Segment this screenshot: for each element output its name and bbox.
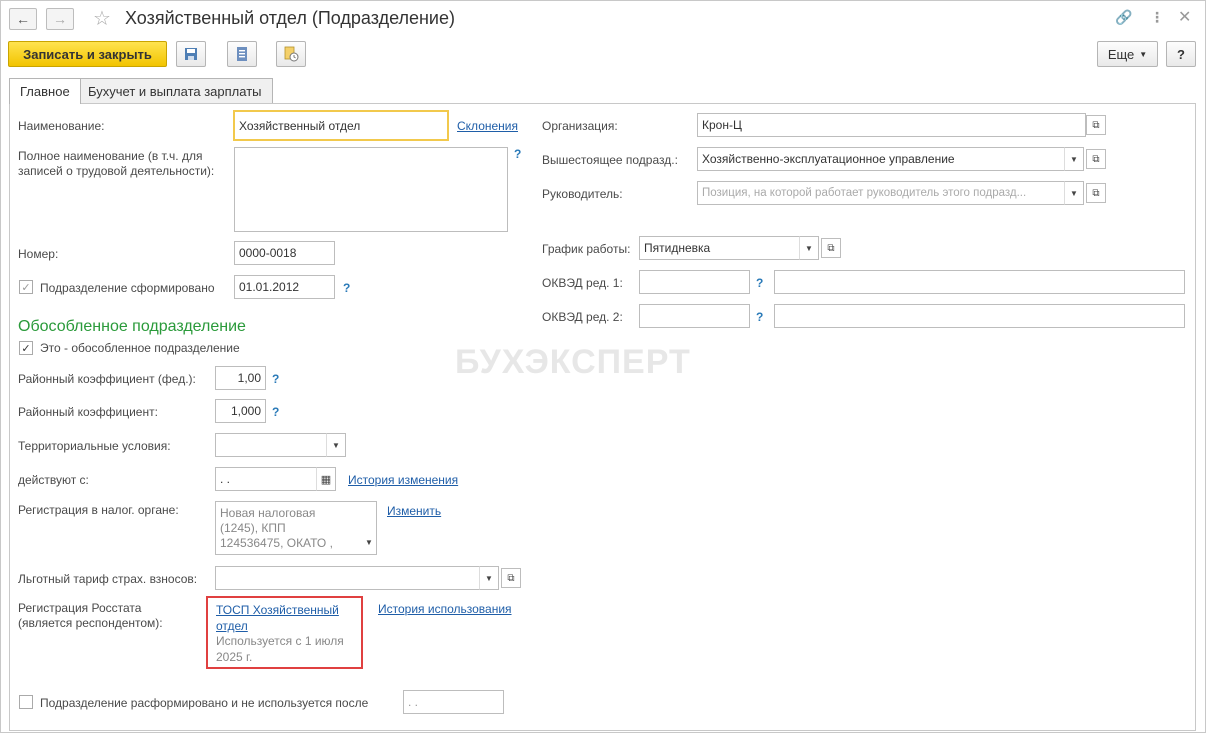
parent-open-button[interactable]: ⧉ [1086, 149, 1106, 169]
okved2-help-icon[interactable]: ? [756, 310, 763, 324]
schedule-label: График работы: [542, 242, 631, 256]
number-input[interactable]: 0000-0018 [234, 241, 335, 265]
parent-label: Вышестоящее подразд.: [542, 153, 678, 167]
favorite-star-icon[interactable]: ☆ [93, 6, 111, 31]
tariff-label: Льготный тариф страх. взносов: [18, 572, 198, 586]
okved1-label: ОКВЭД ред. 1: [542, 276, 623, 290]
name-label: Наименование: [18, 119, 105, 133]
more-label: Еще [1107, 46, 1135, 62]
org-label: Организация: [542, 119, 618, 133]
valid-from-input[interactable]: . . [215, 467, 317, 491]
terr-label: Территориальные условия: [18, 439, 171, 453]
page-title: Хозяйственный отдел (Подразделение) [125, 8, 455, 28]
okved1-help-icon[interactable]: ? [756, 276, 763, 290]
more-menu-button[interactable]: Еще ▼ [1097, 41, 1158, 67]
separate-section-title: Обособленное подразделение [18, 318, 246, 335]
head-label: Руководитель: [542, 187, 623, 201]
tariff-select[interactable] [215, 566, 480, 590]
formed-label: Подразделение сформировано [40, 281, 215, 295]
head-placeholder: Позиция, на которой работает руководител… [702, 187, 1027, 199]
disbanded-date-input[interactable]: . . [403, 690, 504, 714]
name-input[interactable]: Хозяйственный отдел [233, 110, 449, 141]
disbanded-label: Подразделение расформировано и не исполь… [40, 696, 369, 710]
parent-dropdown-button[interactable]: ▼ [1064, 147, 1084, 171]
formed-help-icon[interactable]: ? [343, 281, 350, 295]
schedule-select[interactable]: Пятидневка [639, 236, 800, 260]
okved2-name-input[interactable] [774, 304, 1185, 328]
valid-from-calendar-button[interactable]: ▦ [316, 467, 336, 491]
fullname-label: Полное наименование (в т.ч. для записей … [18, 149, 215, 178]
close-icon[interactable]: ✕ [1178, 7, 1191, 27]
calendar-icon: ▦ [320, 473, 332, 486]
tax-reg-select[interactable]: Новая налоговая (1245), КПП 124536475, О… [215, 501, 377, 555]
separate-label: Это - обособленное подразделение [40, 341, 240, 355]
terr-dropdown-button[interactable]: ▼ [326, 433, 346, 457]
reg-coef-fed-input[interactable]: 1,00 [215, 366, 266, 390]
org-input[interactable]: Крон-Ц [697, 113, 1086, 137]
forward-button[interactable]: → [46, 8, 74, 30]
change-history-link[interactable]: История изменения [348, 473, 458, 487]
arrow-right-icon: → [53, 11, 67, 27]
separate-checkbox[interactable]: ✓ [19, 341, 33, 355]
number-label: Номер: [18, 247, 59, 261]
tax-reg-dropdown-icon[interactable]: ▼ [365, 538, 373, 547]
report-clock-icon [284, 46, 299, 62]
reg-coef-label: Районный коэффициент: [18, 405, 158, 419]
reg-coef-fed-help-icon[interactable]: ? [272, 372, 279, 386]
okved2-label: ОКВЭД ред. 2: [542, 310, 623, 324]
tariff-dropdown-button[interactable]: ▼ [479, 566, 499, 590]
reg-coef-fed-label: Районный коэффициент (фед.): [18, 372, 196, 386]
head-open-button[interactable]: ⧉ [1086, 183, 1106, 203]
disbanded-checkbox[interactable] [19, 695, 33, 709]
okved2-code-input[interactable] [639, 304, 750, 328]
okved1-code-input[interactable] [639, 270, 750, 294]
back-button[interactable]: ← [9, 8, 37, 30]
link-icon[interactable]: 🔗 [1115, 9, 1132, 26]
parent-select[interactable]: Хозяйственно-эксплуатационное управление [697, 147, 1065, 171]
report-button[interactable] [276, 41, 306, 67]
formed-checkbox[interactable]: ✓ [19, 280, 33, 294]
tax-reg-label: Регистрация в налог. органе: [18, 503, 179, 517]
arrow-left-icon: ← [16, 11, 30, 27]
valid-from-label: действуют с: [18, 473, 89, 487]
more-vertical-icon[interactable]: ⋮ [1150, 9, 1164, 26]
reg-coef-help-icon[interactable]: ? [272, 405, 279, 419]
save-icon [185, 48, 197, 60]
document-list-button[interactable] [227, 41, 257, 67]
tab-accounting-payroll[interactable]: Бухучет и выплата зарплаты [77, 78, 273, 103]
fullname-textarea[interactable] [234, 147, 508, 232]
rosstat-label: Регистрация Росстата (является респонден… [18, 601, 163, 630]
okved1-name-input[interactable] [774, 270, 1185, 294]
save-and-close-button[interactable]: Записать и закрыть [8, 41, 167, 67]
tax-reg-value: Новая налоговая (1245), КПП 124536475, О… [220, 506, 333, 550]
schedule-open-button[interactable]: ⧉ [821, 238, 841, 258]
help-button[interactable]: ? [1166, 41, 1196, 67]
save-button[interactable] [176, 41, 206, 67]
fullname-help-icon[interactable]: ? [514, 147, 521, 161]
reg-coef-input[interactable]: 1,000 [215, 399, 266, 423]
watermark-logo: БУХЭКСПЕРТ [455, 343, 691, 381]
tab-main[interactable]: Главное [9, 78, 81, 104]
schedule-dropdown-button[interactable]: ▼ [799, 236, 819, 260]
document-list-icon [237, 47, 247, 61]
usage-history-link[interactable]: История использования [378, 602, 512, 616]
rosstat-tosp-link[interactable]: ТОСП Хозяйственный отдел [216, 602, 356, 634]
change-tax-reg-link[interactable]: Изменить [387, 504, 441, 518]
chevron-down-icon: ▼ [1139, 49, 1148, 59]
org-open-button[interactable]: ⧉ [1086, 115, 1106, 135]
head-dropdown-button[interactable]: ▼ [1064, 181, 1084, 205]
declension-link[interactable]: Склонения [457, 119, 518, 133]
head-select[interactable]: Позиция, на которой работает руководител… [697, 181, 1065, 205]
tariff-open-button[interactable]: ⧉ [501, 568, 521, 588]
formed-date-input[interactable]: 01.01.2012 [234, 275, 335, 299]
rosstat-note: Используется с 1 июля 2025 г. [216, 634, 344, 664]
terr-select[interactable] [215, 433, 327, 457]
